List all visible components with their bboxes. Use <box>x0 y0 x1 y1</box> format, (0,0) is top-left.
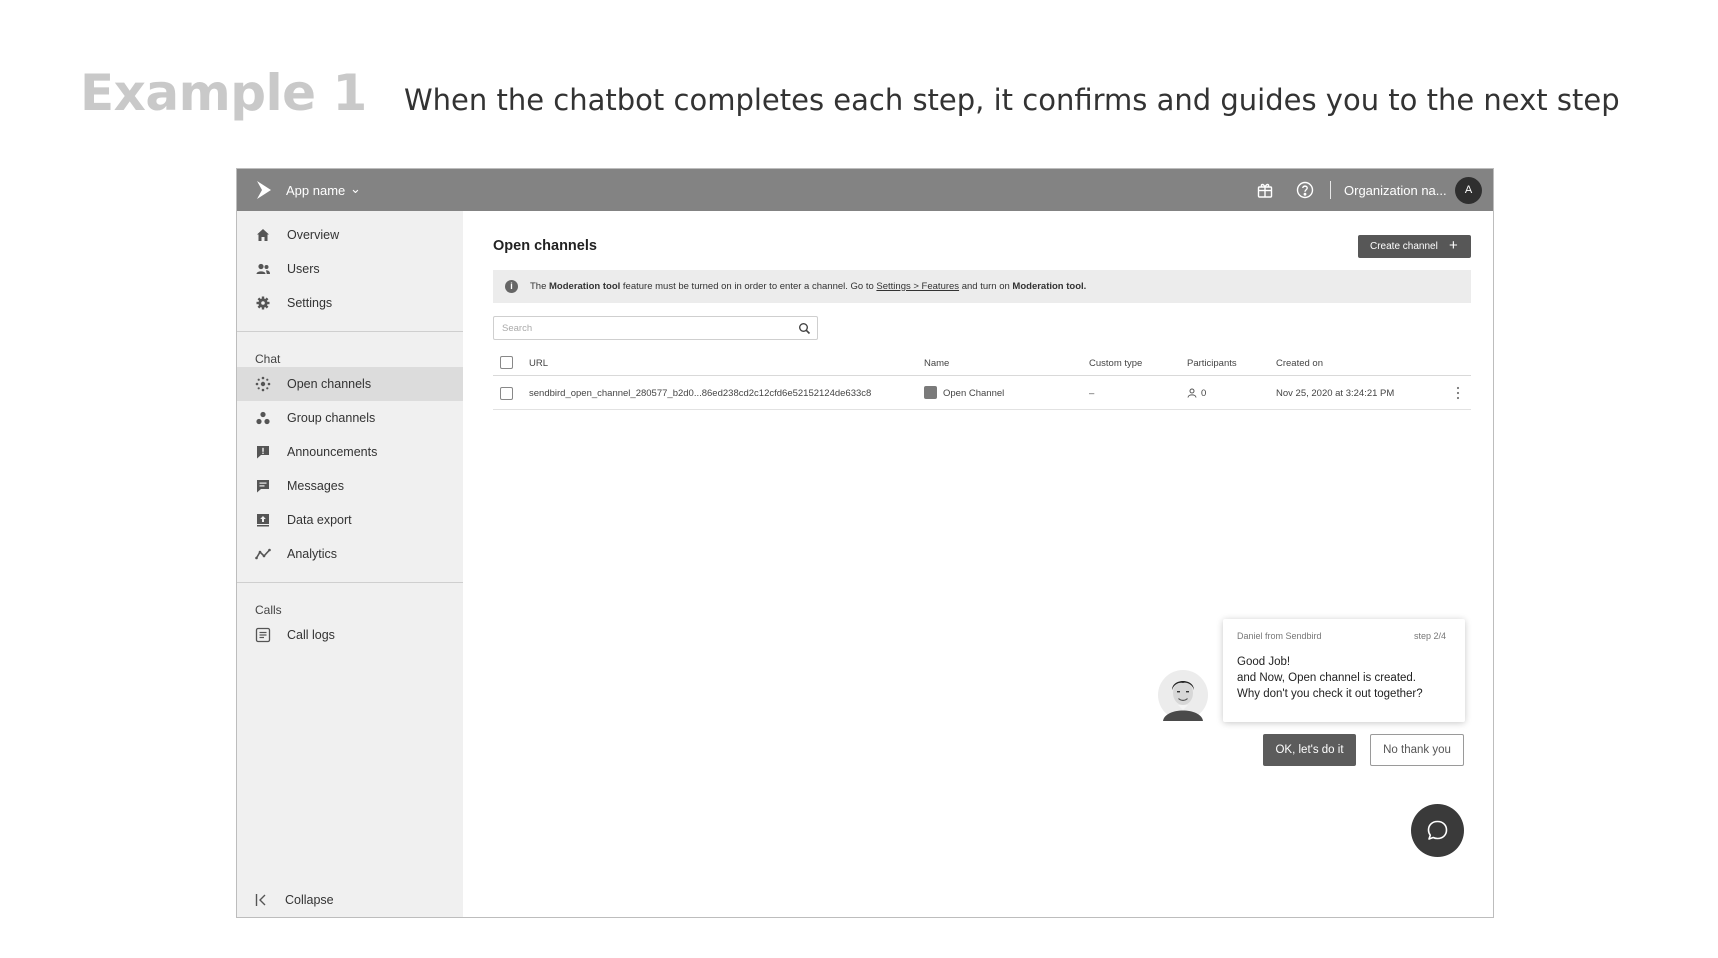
column-header-custom-type[interactable]: Custom type <box>1089 358 1142 369</box>
sidebar-section-calls: Calls <box>255 603 282 617</box>
sidebar-item-label: Analytics <box>287 547 338 561</box>
app-window: App name ⌄ Organization na... A Overview… <box>236 168 1494 918</box>
participant-icon <box>1187 388 1197 398</box>
channel-icon <box>924 386 937 399</box>
chatbot-sender: Daniel from Sendbird <box>1237 631 1322 641</box>
user-avatar[interactable]: A <box>1455 177 1482 204</box>
topbar-divider <box>1330 181 1331 199</box>
sidebar-item-label: Group channels <box>287 411 376 425</box>
chevron-down-icon[interactable]: ⌄ <box>350 181 361 197</box>
sidebar-item-messages[interactable]: Messages <box>237 469 463 503</box>
slide-caption: When the chatbot completes each step, it… <box>404 83 1620 117</box>
row-checkbox[interactable] <box>500 387 513 400</box>
call-logs-icon <box>255 627 271 643</box>
announcement-icon <box>257 446 269 459</box>
info-icon: i <box>505 280 518 293</box>
search-input[interactable] <box>502 321 782 336</box>
sidebar-divider <box>237 582 463 583</box>
create-channel-button[interactable]: Create channel + <box>1358 235 1471 258</box>
sidebar-item-settings[interactable]: Settings <box>237 286 463 320</box>
channel-participants: 0 <box>1201 388 1207 399</box>
sidebar-item-announcements[interactable]: Announcements <box>237 435 463 469</box>
sidebar-item-users[interactable]: Users <box>237 252 463 286</box>
notice-text-part: The <box>530 281 550 292</box>
page-title: Open channels <box>493 238 597 254</box>
collapse-label: Collapse <box>285 893 334 907</box>
analytics-icon <box>255 548 271 560</box>
create-channel-label: Create channel <box>1370 241 1438 252</box>
channel-custom-type: – <box>1089 388 1095 399</box>
chat-launcher-button[interactable] <box>1411 804 1464 857</box>
sidebar: Overview Users Settings Chat Open channe… <box>237 211 463 917</box>
gear-icon <box>256 296 270 310</box>
organization-name[interactable]: Organization na... <box>1344 183 1447 198</box>
decline-button[interactable]: No thank you <box>1370 734 1464 766</box>
sidebar-item-data-export[interactable]: Data export <box>237 503 463 537</box>
notice-text: The Moderation tool feature must be turn… <box>530 281 1086 292</box>
channel-created-on: Nov 25, 2020 at 3:24:21 PM <box>1276 388 1395 399</box>
app-name-selector[interactable]: App name <box>286 183 345 198</box>
sidebar-item-analytics[interactable]: Analytics <box>237 537 463 571</box>
help-icon[interactable] <box>1296 181 1314 199</box>
chatbot-step: step 2/4 <box>1414 631 1447 641</box>
chatbot-message-line: Why don't you check it out together? <box>1237 688 1423 700</box>
sidebar-item-label: Call logs <box>287 628 335 642</box>
sidebar-item-open-channels[interactable]: Open channels <box>237 367 463 401</box>
collapse-icon <box>255 894 266 906</box>
table-header: URL Name Custom type Participants Create… <box>493 351 1471 376</box>
table-row[interactable]: sendbird_open_channel_280577_b2d0...86ed… <box>493 377 1471 410</box>
sidebar-item-call-logs[interactable]: Call logs <box>237 618 463 652</box>
slide-title: Example 1 <box>80 64 367 122</box>
chatbot-message-line: and Now, Open channel is created. <box>1237 672 1417 684</box>
notice-bold-text: Moderation tool <box>549 281 621 292</box>
sidebar-item-label: Users <box>287 262 320 276</box>
column-header-created-on[interactable]: Created on <box>1276 358 1323 369</box>
sidebar-item-label: Open channels <box>287 377 372 391</box>
search-box <box>493 316 818 340</box>
column-header-participants[interactable]: Participants <box>1187 358 1237 369</box>
chat-bubble-icon <box>1427 820 1448 840</box>
chatbot-message-card: Daniel from Sendbird step 2/4 Good Job! … <box>1223 619 1465 722</box>
sidebar-item-label: Data export <box>287 513 352 527</box>
export-icon <box>257 514 269 527</box>
chatbot-message-line: Good Job! <box>1237 656 1291 668</box>
chatbot-message: Good Job! and Now, Open channel is creat… <box>1237 654 1459 702</box>
sidebar-section-chat: Chat <box>255 352 281 366</box>
plus-icon: + <box>1449 237 1458 254</box>
column-header-url[interactable]: URL <box>529 358 548 369</box>
gift-icon[interactable] <box>1256 181 1274 199</box>
notice-text-part: and turn on <box>959 281 1013 292</box>
sidebar-divider <box>237 331 463 332</box>
app-logo-icon[interactable] <box>253 179 275 201</box>
sidebar-item-label: Announcements <box>287 445 378 459</box>
column-header-name[interactable]: Name <box>924 358 949 369</box>
message-icon <box>257 480 269 493</box>
more-options-icon[interactable] <box>1455 385 1461 401</box>
sidebar-item-label: Overview <box>287 228 340 242</box>
home-icon <box>257 229 269 241</box>
moderation-notice: i The Moderation tool feature must be tu… <box>493 270 1471 303</box>
notice-bold-text: Moderation tool. <box>1012 281 1087 292</box>
channel-url: sendbird_open_channel_280577_b2d0...86ed… <box>529 388 872 399</box>
sidebar-item-group-channels[interactable]: Group channels <box>237 401 463 435</box>
users-icon <box>256 263 270 274</box>
top-bar: App name ⌄ Organization na... A <box>237 169 1493 211</box>
open-channels-icon <box>255 376 271 392</box>
settings-features-link[interactable]: Settings > Features <box>876 281 959 292</box>
search-icon[interactable] <box>798 322 811 335</box>
main-content: Open channels Create channel + i The Mod… <box>463 211 1493 917</box>
sidebar-item-label: Messages <box>287 479 344 493</box>
select-all-checkbox[interactable] <box>500 356 513 369</box>
group-channels-icon <box>256 411 270 425</box>
sidebar-item-label: Settings <box>287 296 333 310</box>
channel-name: Open Channel <box>943 388 1005 399</box>
chatbot-avatar <box>1158 670 1208 721</box>
notice-text-part: feature must be turned on in order to en… <box>620 281 877 292</box>
confirm-button[interactable]: OK, let's do it <box>1263 734 1356 766</box>
sidebar-item-overview[interactable]: Overview <box>237 218 463 252</box>
